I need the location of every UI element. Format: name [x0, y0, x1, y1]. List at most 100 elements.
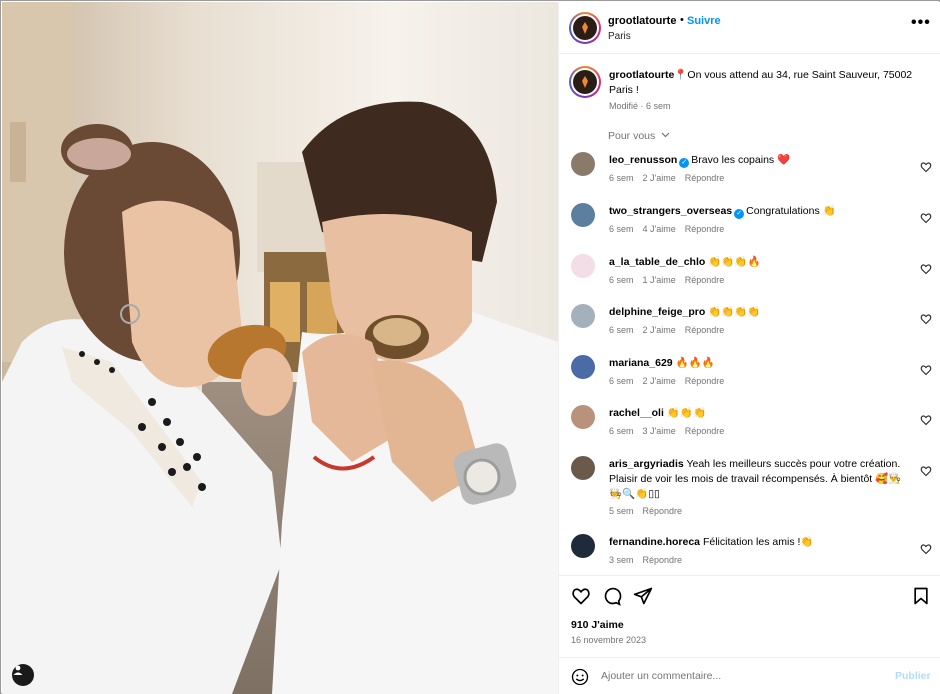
commenter-username[interactable]: aris_argyriadis	[609, 458, 684, 470]
post-actions: 910 J'aime 16 novembre 2023 Publier	[559, 575, 940, 694]
comment-heart-icon[interactable]	[920, 414, 932, 426]
heart-icon[interactable]	[571, 586, 591, 606]
person-icon	[13, 665, 23, 675]
reply-button[interactable]: Répondre	[685, 275, 725, 285]
logo-icon	[582, 22, 588, 34]
comment-body: Congratulations 👏	[746, 205, 836, 217]
comment-meta: 6 sem 1 J'aime Répondre	[609, 275, 733, 285]
comment-text: two_strangers_overseas ✓ Congratulations 👏	[609, 204, 909, 219]
reply-button[interactable]: Répondre	[685, 224, 725, 234]
verified-icon: ✓	[734, 209, 745, 219]
comment-row: mariana_629 🔥🔥🔥 6 sem 2 J'aime Répondre	[559, 355, 940, 405]
location-link[interactable]: Paris	[608, 31, 631, 42]
comment-meta: 5 sem Répondre	[609, 506, 691, 516]
comment-heart-icon[interactable]	[920, 212, 932, 224]
commenter-username[interactable]: rachel__oli	[609, 407, 664, 419]
commenter-avatar[interactable]	[571, 152, 595, 176]
comment-row: delphine_feige_pro 👏👏👏👏 6 sem 2 J'aime Répo…	[559, 304, 940, 354]
commenter-username[interactable]: delphine_feige_pro	[609, 306, 705, 318]
comment-likes[interactable]: 1 J'aime	[643, 275, 676, 285]
comment-row: two_strangers_overseas ✓ Congratulations 👏…	[559, 203, 940, 253]
comment-text: a_la_table_de_chlo 👏👏👏🔥	[609, 255, 909, 270]
comment-time[interactable]: 6 sem	[609, 173, 634, 183]
caption-meta: Modifié · 6 sem	[609, 101, 671, 111]
comment-meta: 6 sem 4 J'aime Répondre	[609, 224, 733, 234]
separator-dot: •	[680, 14, 684, 26]
comment-text: delphine_feige_pro 👏👏👏👏	[609, 305, 909, 320]
comment-meta: 6 sem 2 J'aime Répondre	[609, 325, 733, 335]
reply-button[interactable]: Répondre	[643, 555, 683, 565]
caption-username[interactable]: grootlatourte	[609, 69, 674, 81]
comment-text: fernandine.horeca Félicitation les amis …	[609, 535, 909, 550]
commenter-username[interactable]: leo_renusson	[609, 154, 677, 166]
commenter-username[interactable]: two_strangers_overseas	[609, 205, 732, 217]
comment-time[interactable]: 6 sem	[609, 426, 634, 436]
post-photo[interactable]	[2, 2, 558, 694]
reply-button[interactable]: Répondre	[685, 325, 725, 335]
author-username[interactable]: grootlatourte	[608, 15, 676, 27]
reply-button[interactable]: Répondre	[685, 426, 725, 436]
post-modal: grootlatourte • Suivre Paris ••• grootla…	[0, 0, 940, 694]
commenter-avatar[interactable]	[571, 405, 595, 429]
comment-time[interactable]: 3 sem	[609, 555, 634, 565]
comment-icon[interactable]	[602, 586, 622, 606]
comment-heart-icon[interactable]	[920, 313, 932, 325]
comment-heart-icon[interactable]	[920, 263, 932, 275]
comment-meta: 3 sem Répondre	[609, 555, 691, 565]
commenter-avatar[interactable]	[571, 203, 595, 227]
emoji-icon[interactable]	[571, 668, 589, 686]
verified-icon: ✓	[679, 158, 690, 168]
reply-button[interactable]: Répondre	[685, 376, 725, 386]
chevron-down-icon	[661, 132, 670, 138]
comment-body: 👏👏👏👏	[708, 306, 761, 318]
logo-icon	[582, 76, 588, 88]
reply-button[interactable]: Répondre	[643, 506, 683, 516]
follow-button[interactable]: Suivre	[687, 15, 721, 27]
comment-body: 🔥🔥🔥	[675, 357, 715, 369]
comment-time[interactable]: 6 sem	[609, 224, 634, 234]
comment-body: Félicitation les amis !👏	[702, 536, 814, 548]
comment-text: aris_argyriadis Yeah les meilleurs succè…	[609, 457, 909, 502]
commenter-username[interactable]: mariana_629	[609, 357, 673, 369]
post-date: 16 novembre 2023	[571, 635, 647, 645]
reply-button[interactable]: Répondre	[685, 173, 725, 183]
bookmark-icon[interactable]	[911, 586, 931, 606]
commenter-username[interactable]: a_la_table_de_chlo	[609, 256, 705, 268]
comment-heart-icon[interactable]	[920, 364, 932, 376]
commenter-avatar[interactable]	[571, 534, 595, 558]
commenter-username[interactable]: fernandine.horeca	[609, 536, 700, 548]
commenter-avatar[interactable]	[571, 304, 595, 328]
commenter-avatar[interactable]	[571, 456, 595, 480]
comment-likes[interactable]: 2 J'aime	[643, 325, 676, 335]
comment-row: a_la_table_de_chlo 👏👏👏🔥 6 sem 1 J'aime Répo…	[559, 254, 940, 304]
comment-body: 👏👏👏	[666, 407, 707, 419]
publish-button[interactable]: Publier	[895, 670, 931, 682]
comment-input[interactable]	[601, 670, 881, 682]
comment-row: rachel__oli 👏👏👏 6 sem 3 J'aime Répondre	[559, 405, 940, 455]
comment-likes[interactable]: 2 J'aime	[643, 376, 676, 386]
comment-body: Bravo les copains ❤️	[691, 154, 791, 166]
comment-row: leo_renusson ✓ Bravo les copains ❤️ 6 sem 2 …	[559, 152, 940, 202]
pour-vous-toggle[interactable]: Pour vous	[608, 130, 670, 142]
comment-time[interactable]: 6 sem	[609, 325, 634, 335]
comment-time[interactable]: 6 sem	[609, 275, 634, 285]
caption-avatar[interactable]	[569, 66, 601, 98]
share-icon[interactable]	[633, 586, 653, 606]
post-sidebar: grootlatourte • Suivre Paris ••• grootla…	[558, 2, 940, 694]
more-options-icon[interactable]: •••	[911, 14, 931, 32]
add-comment-bar: Publier	[559, 657, 940, 694]
user-tag-icon[interactable]	[12, 664, 34, 686]
author-avatar[interactable]	[569, 12, 601, 44]
comment-heart-icon[interactable]	[920, 465, 932, 477]
comment-heart-icon[interactable]	[920, 543, 932, 555]
likes-count[interactable]: 910 J'aime	[571, 619, 624, 631]
comment-text: mariana_629 🔥🔥🔥	[609, 356, 909, 371]
commenter-avatar[interactable]	[571, 254, 595, 278]
comment-likes[interactable]: 2 J'aime	[643, 173, 676, 183]
comment-heart-icon[interactable]	[920, 161, 932, 173]
comment-likes[interactable]: 3 J'aime	[643, 426, 676, 436]
comment-time[interactable]: 6 sem	[609, 376, 634, 386]
comment-likes[interactable]: 4 J'aime	[643, 224, 676, 234]
commenter-avatar[interactable]	[571, 355, 595, 379]
comment-time[interactable]: 5 sem	[609, 506, 634, 516]
